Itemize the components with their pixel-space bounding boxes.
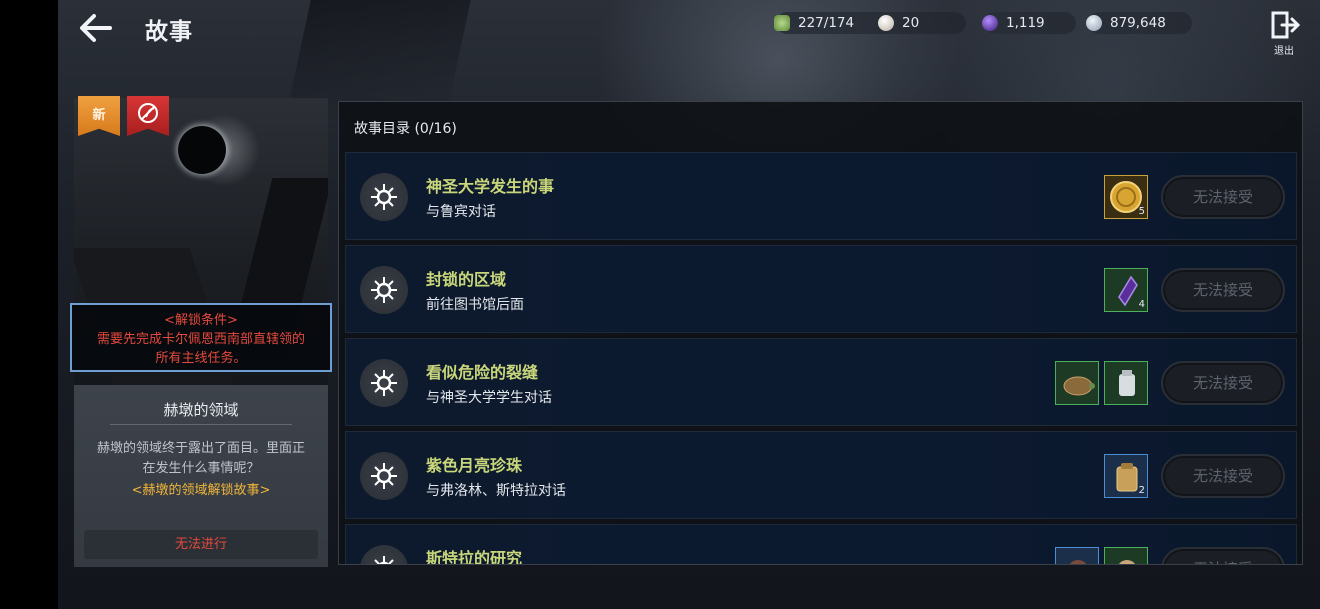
currency-pearl[interactable]: 20 (878, 12, 970, 34)
reward-slot[interactable]: 5 (1104, 175, 1148, 219)
story-list-panel[interactable]: 故事目录 (0/16) 神圣大学发生的事 与鲁宾对话 5 无法接受 封锁的区域 … (338, 101, 1303, 565)
unlock-condition-box: <解锁条件> 需要先完成卡尔佩恩西南部直辖领的 所有主线任务。 (70, 303, 332, 372)
milk-jug-icon (1119, 370, 1135, 396)
stamina-icon (774, 15, 790, 31)
region-description: 赫墩的领域终于露出了面目。里面正 在发生什么事情呢？ (82, 439, 320, 479)
quest-item[interactable]: 神圣大学发生的事 与鲁宾对话 5 无法接受 (345, 152, 1297, 240)
description-line: 在发生什么事情呢？ (142, 461, 260, 476)
unlock-hint: <赫墩的领域解锁故事> (131, 483, 271, 498)
quest-title: 斯特拉的研究 (426, 549, 523, 565)
dark-crystal-value: 1,119 (1006, 15, 1045, 31)
quest-subtitle: 前往图书馆后面 (426, 297, 524, 313)
quest-item[interactable]: 封锁的区域 前往图书馆后面 4 无法接受 (345, 245, 1297, 333)
turtle-icon (1063, 376, 1095, 396)
quest-title: 封锁的区域 (426, 270, 507, 289)
quest-subtitle: 与神圣大学学生对话 (426, 390, 552, 406)
reward-slot[interactable] (1055, 361, 1099, 405)
dark-crystal-icon (982, 15, 998, 31)
back-arrow-icon (80, 14, 112, 42)
exit-label: 退出 (1274, 46, 1294, 57)
reward-count: 5 (1138, 206, 1145, 217)
quest-item[interactable]: 看似危险的裂缝 与神圣大学学生对话 无法接受 (345, 338, 1297, 426)
quest-item[interactable]: 紫色月亮珍珠 与弗洛林、斯特拉对话 2 无法接受 (345, 431, 1297, 519)
accept-button[interactable]: 无法接受 (1161, 454, 1285, 498)
accept-button[interactable]: 无法接受 (1161, 268, 1285, 312)
reward-slot[interactable] (1104, 361, 1148, 405)
sun-emblem-icon (360, 173, 408, 221)
eclipse-icon (178, 126, 226, 174)
item-icon (1070, 560, 1086, 564)
reward-count: 4 (1138, 299, 1145, 310)
silver-coin-icon (1086, 15, 1102, 31)
proceed-button[interactable]: 无法进行 (84, 530, 318, 559)
quest-title: 紫色月亮珍珠 (426, 456, 523, 475)
region-title: 赫墩的领域 (110, 399, 292, 425)
currency-dark-crystal[interactable]: 1,119 (982, 12, 1076, 34)
accept-button[interactable]: 无法接受 (1161, 175, 1285, 219)
quest-subtitle: 与弗洛林、斯特拉对话 (426, 483, 566, 499)
quest-title: 神圣大学发生的事 (426, 177, 555, 196)
reward-slot[interactable] (1055, 547, 1099, 564)
pearl-value: 20 (902, 15, 920, 31)
reward-slot[interactable] (1104, 547, 1148, 564)
reward-slot[interactable]: 2 (1104, 454, 1148, 498)
exit-door-icon (1271, 11, 1301, 39)
accept-button[interactable]: 无法接受 (1161, 547, 1285, 564)
reward-slot[interactable]: 4 (1104, 268, 1148, 312)
exit-button[interactable]: 退出 (1266, 10, 1302, 57)
silver-value: 879,648 (1110, 15, 1166, 31)
quest-subtitle: 与鲁宾对话 (426, 204, 496, 220)
reward-count: 2 (1138, 485, 1145, 496)
sun-emblem-icon (360, 452, 408, 500)
description-line: 赫墩的领域终于露出了面目。里面正 (96, 441, 305, 456)
sun-emblem-icon (360, 359, 408, 407)
story-list-header: 故事目录 (0/16) (354, 121, 457, 137)
unlock-title: <解锁条件> (164, 313, 238, 328)
page-title: 故事 (145, 19, 193, 45)
sun-emblem-icon (360, 266, 408, 314)
unlock-line: 需要先完成卡尔佩恩西南部直辖领的 (96, 332, 305, 347)
quest-title: 看似危险的裂缝 (426, 363, 539, 382)
pearl-icon (878, 15, 894, 31)
stamina-value: 227/174 (798, 15, 855, 31)
item-icon (1119, 560, 1135, 564)
back-button[interactable] (76, 10, 116, 46)
sun-emblem-icon (360, 545, 408, 564)
currency-silver[interactable]: 879,648 (1086, 12, 1192, 34)
quest-item[interactable]: 斯特拉的研究 无法接受 (345, 524, 1297, 565)
accept-button[interactable]: 无法接受 (1161, 361, 1285, 405)
story-info-panel: 赫墩的领域 赫墩的领域终于露出了面目。里面正 在发生什么事情呢？ <赫墩的领域解… (74, 385, 328, 567)
unlock-line: 所有主线任务。 (155, 351, 247, 366)
